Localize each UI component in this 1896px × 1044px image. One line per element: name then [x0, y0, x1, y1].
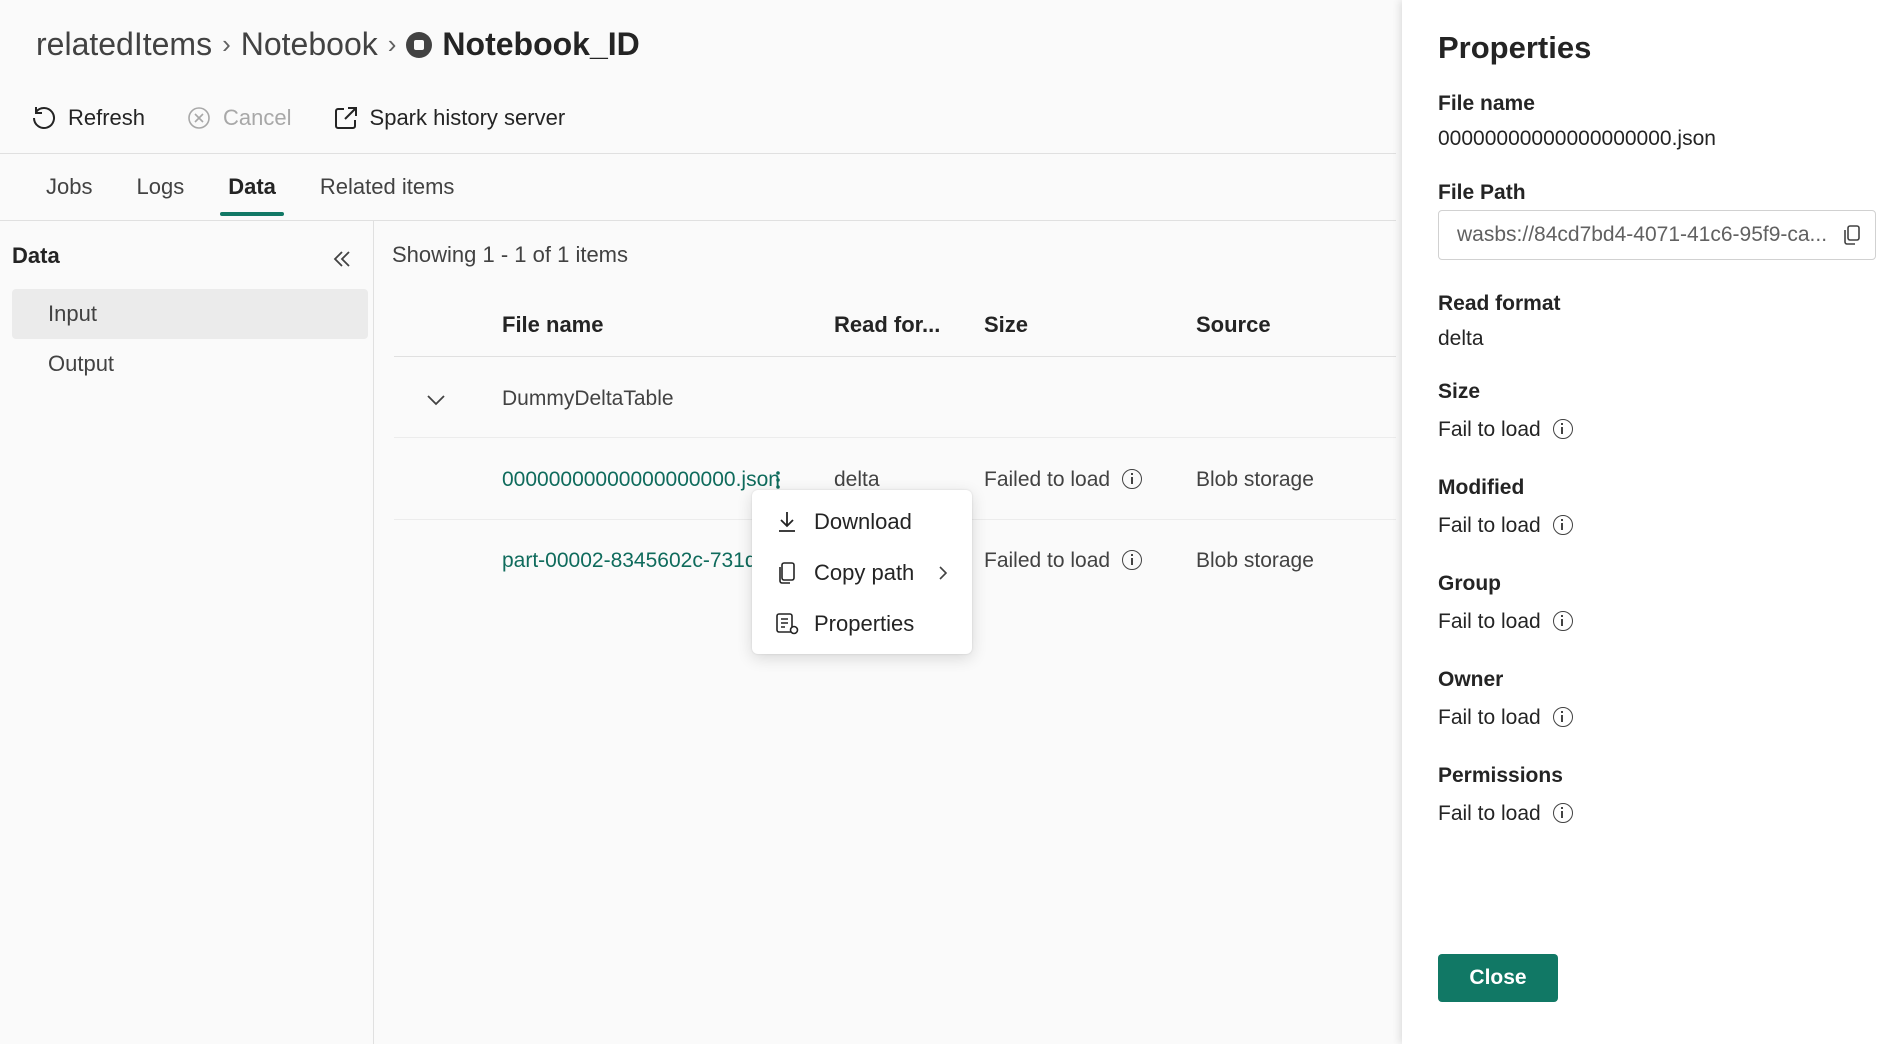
properties-icon	[776, 613, 799, 635]
file-path-field[interactable]: wasbs://84cd7bd4-4071-41c6-95f9-ca...	[1438, 210, 1876, 260]
cancel-icon	[188, 107, 210, 129]
modified-value-row: Fail to load	[1438, 514, 1573, 538]
owner-value: Fail to load	[1438, 706, 1541, 729]
permissions-value: Fail to load	[1438, 802, 1541, 825]
menu-item-copy-path-label: Copy path	[814, 560, 915, 585]
main-area: relatedItems › Notebook › Notebook_ID Re…	[0, 0, 1396, 1044]
modified-value: Fail to load	[1438, 514, 1541, 537]
spark-history-server-label: Spark history server	[369, 105, 566, 130]
size-cell-text: Failed to load	[984, 549, 1111, 572]
data-side-panel: Data Input Output	[0, 221, 374, 1044]
menu-item-properties[interactable]: Properties	[774, 604, 914, 644]
file-link[interactable]: part-00002-8345602c-731d...	[502, 549, 774, 573]
breadcrumb: relatedItems › Notebook › Notebook_ID	[36, 26, 640, 63]
chevron-down-icon[interactable]	[424, 388, 448, 412]
info-icon[interactable]	[1552, 611, 1573, 631]
column-header-read-format[interactable]: Read for...	[834, 312, 940, 338]
info-icon[interactable]	[1552, 419, 1573, 439]
collapse-panel-icon[interactable]	[330, 247, 354, 271]
info-icon[interactable]	[1552, 707, 1573, 727]
open-external-icon	[334, 107, 357, 129]
notebook-status-icon	[406, 31, 433, 58]
info-icon[interactable]	[1122, 469, 1143, 489]
refresh-button[interactable]: Refresh	[30, 104, 145, 132]
file-link[interactable]: 00000000000000000000.json	[502, 468, 780, 492]
data-panel-title: Data	[12, 243, 60, 268]
divider	[394, 437, 1396, 438]
permissions-label: Permissions	[1438, 764, 1563, 787]
file-path-value: wasbs://84cd7bd4-4071-41c6-95f9-ca...	[1457, 223, 1828, 246]
size-cell: Failed to load	[984, 549, 1143, 573]
breadcrumb-item-relateditems[interactable]: relatedItems	[36, 26, 212, 63]
refresh-label: Refresh	[68, 105, 146, 130]
size-cell-text: Failed to load	[984, 468, 1111, 491]
size-label: Size	[1438, 380, 1481, 403]
breadcrumb-current: Notebook_ID	[442, 26, 640, 62]
group-label: Group	[1438, 572, 1501, 595]
tab-related-items[interactable]: Related items	[320, 174, 455, 214]
download-icon	[779, 512, 795, 532]
file-name-label: File name	[1438, 92, 1535, 115]
properties-panel: Properties File name 0000000000000000000…	[1402, 0, 1896, 1044]
info-icon[interactable]	[1122, 550, 1143, 570]
tab-jobs[interactable]: Jobs	[46, 174, 92, 214]
tab-bar: Jobs Logs Data Related items	[46, 174, 455, 216]
menu-item-download-label: Download	[814, 509, 912, 534]
menu-item-download[interactable]: Download	[774, 502, 912, 542]
items-count: Showing 1 - 1 of 1 items	[392, 242, 629, 267]
source-cell: Blob storage	[1196, 549, 1314, 572]
tab-data[interactable]: Data	[220, 174, 284, 216]
close-button[interactable]: Close	[1438, 954, 1558, 1002]
modified-label: Modified	[1438, 476, 1525, 499]
toolbar: Refresh Cancel Spark history server	[30, 104, 565, 132]
divider	[0, 153, 1396, 154]
breadcrumb-item-notebook[interactable]: Notebook	[241, 26, 378, 63]
source-cell: Blob storage	[1196, 468, 1314, 491]
properties-title: Properties	[1438, 30, 1592, 65]
cancel-label: Cancel	[223, 105, 292, 130]
size-cell: Failed to load	[984, 468, 1143, 492]
data-panel-item-input[interactable]: Input	[12, 289, 368, 339]
size-value: Fail to load	[1438, 418, 1541, 441]
divider	[394, 356, 1396, 357]
copy-icon[interactable]	[1841, 224, 1863, 246]
column-header-file-name[interactable]: File name	[502, 312, 603, 338]
menu-item-properties-label: Properties	[814, 611, 915, 636]
info-icon[interactable]	[1552, 803, 1573, 823]
data-panel-item-output[interactable]: Output	[12, 339, 368, 389]
chevron-right-icon: ›	[222, 29, 231, 59]
menu-item-copy-path[interactable]: Copy path	[774, 553, 952, 593]
read-format-label: Read format	[1438, 292, 1561, 315]
group-value-row: Fail to load	[1438, 610, 1573, 634]
column-header-source[interactable]: Source	[1196, 312, 1271, 338]
chevron-right-icon	[939, 566, 948, 580]
more-options-icon[interactable]	[770, 468, 786, 492]
tab-logs[interactable]: Logs	[136, 174, 184, 214]
spark-history-server-button[interactable]: Spark history server	[332, 104, 566, 132]
refresh-icon	[33, 107, 55, 129]
owner-label: Owner	[1438, 668, 1504, 691]
group-value: Fail to load	[1438, 610, 1541, 633]
copy-icon	[779, 562, 795, 584]
context-menu: Download Copy path Properties	[752, 490, 972, 654]
file-path-label: File Path	[1438, 181, 1526, 204]
read-format-cell: delta	[834, 468, 880, 491]
cancel-button[interactable]: Cancel	[185, 104, 292, 132]
file-name-value: 00000000000000000000.json	[1438, 127, 1716, 150]
read-format-value: delta	[1438, 327, 1484, 350]
owner-value-row: Fail to load	[1438, 706, 1573, 730]
permissions-value-row: Fail to load	[1438, 802, 1573, 826]
column-header-size[interactable]: Size	[984, 312, 1028, 338]
group-row-label: DummyDeltaTable	[502, 387, 674, 410]
chevron-right-icon: ›	[387, 29, 397, 59]
size-value-row: Fail to load	[1438, 418, 1573, 442]
info-icon[interactable]	[1552, 515, 1573, 535]
